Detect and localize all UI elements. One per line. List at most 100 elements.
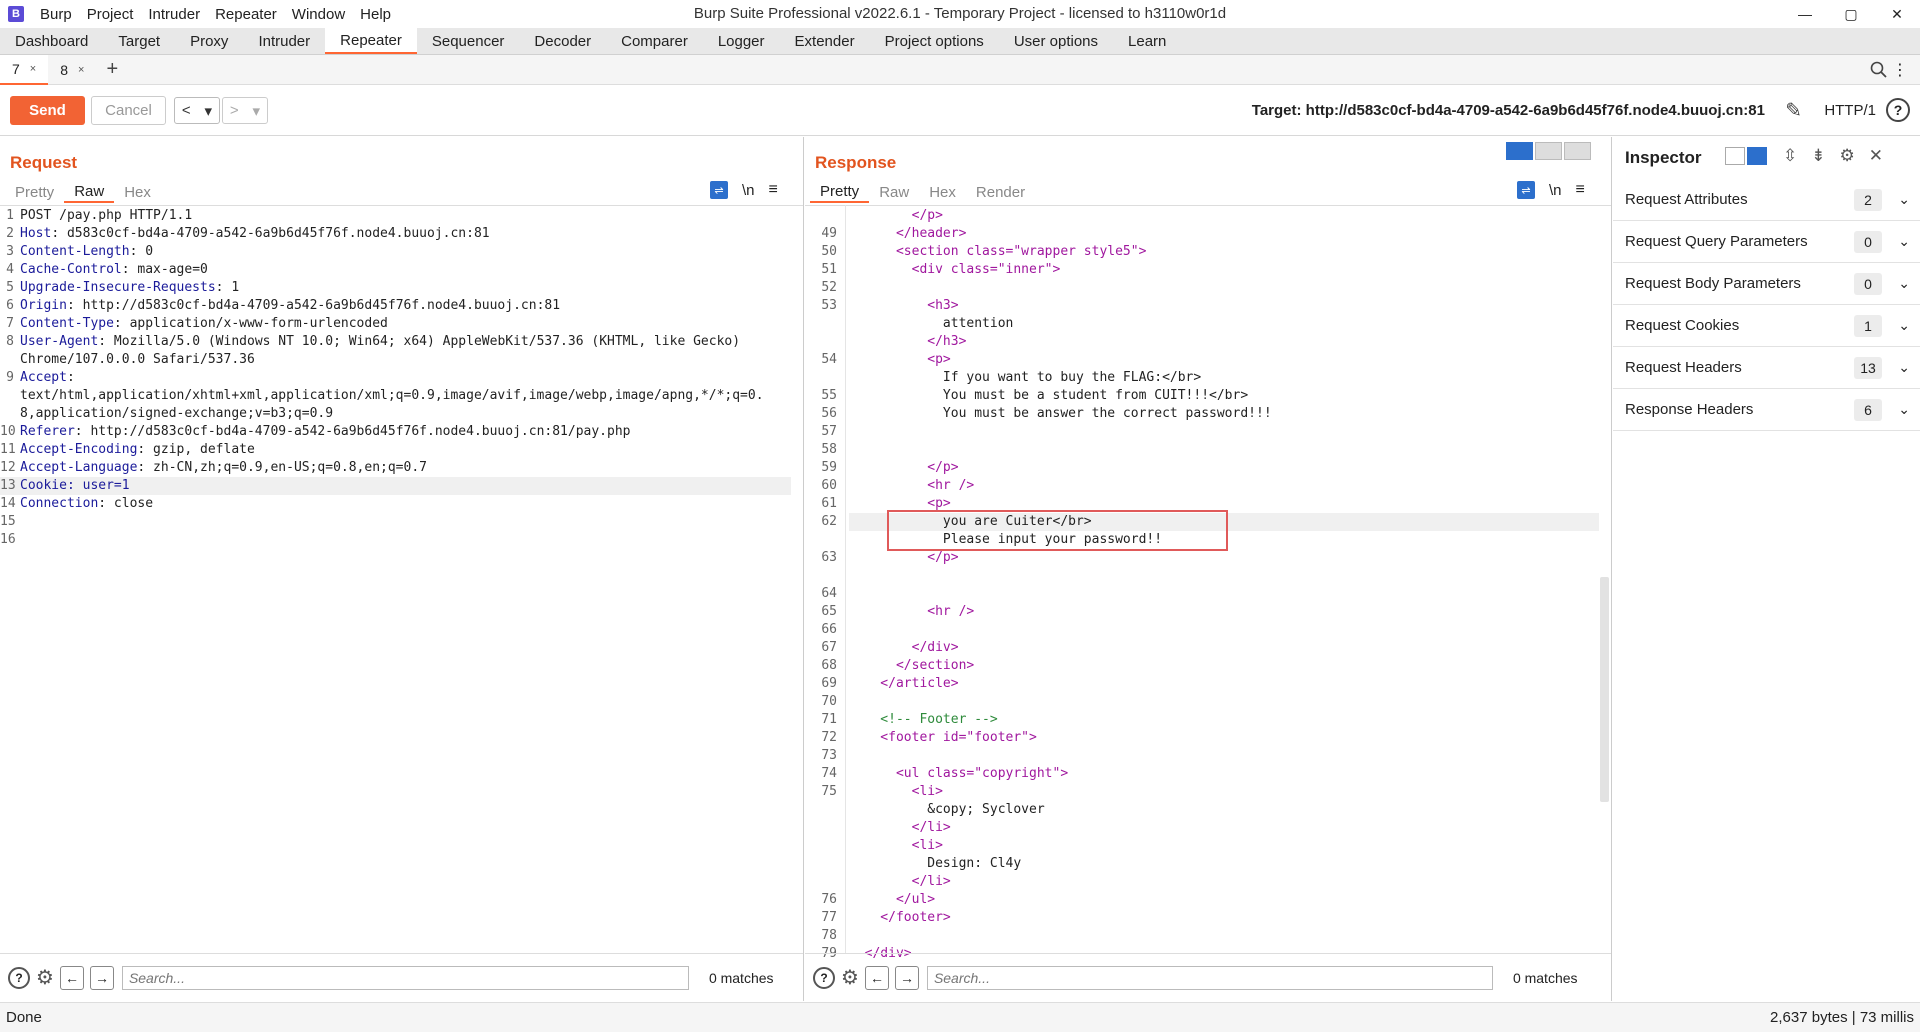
menu-help[interactable]: Help (360, 6, 391, 23)
help-icon[interactable]: ? (8, 966, 30, 989)
search-icon[interactable] (1870, 61, 1888, 83)
show-newlines-icon[interactable]: \n (742, 182, 755, 199)
close-tab-icon[interactable]: × (78, 64, 84, 76)
tab-intruder[interactable]: Intruder (243, 28, 325, 54)
help-icon[interactable]: ? (813, 966, 835, 989)
chevron-down-icon[interactable]: ⌄ (1898, 317, 1910, 334)
line-number: 53 (821, 298, 837, 313)
edit-target-pencil-icon[interactable]: ✎ (1785, 98, 1802, 123)
count-badge: 2 (1854, 188, 1882, 211)
chevron-down-icon[interactable]: ⌄ (1898, 191, 1910, 208)
word-wrap-icon[interactable]: ⇌ (1517, 181, 1535, 199)
response-line: </ul> (849, 892, 936, 907)
request-editor[interactable]: 1 POST /pay.php HTTP/1.1 2 Host: d583c0cf-b… (0, 207, 791, 549)
tab-proxy[interactable]: Proxy (175, 28, 243, 54)
chevron-down-icon[interactable]: ⌄ (1898, 359, 1910, 376)
matches-count: 0 matches (1512, 969, 1578, 986)
line-number-gutter: 49 50 51 52 53 54 55 56 57 58 59 60 61 62 63 64 65 66 67 68… (805, 207, 843, 963)
chevron-down-icon[interactable]: ⌄ (1898, 401, 1910, 418)
header-name: User-Agent (20, 334, 99, 349)
repeater-tab-7[interactable]: 7 × (0, 54, 49, 85)
http-version-label[interactable]: HTTP/1 (1824, 102, 1876, 119)
tab-sequencer[interactable]: Sequencer (417, 28, 520, 54)
tab-dashboard[interactable]: Dashboard (0, 28, 103, 54)
menu-icon[interactable]: ≡ (769, 181, 778, 199)
forward-button[interactable]: > ▾ (222, 97, 268, 124)
tab-repeater[interactable]: Repeater (325, 28, 417, 54)
inspector-section-label: Request Query Parameters (1625, 233, 1808, 250)
chevron-down-icon[interactable]: ⌄ (1898, 233, 1910, 250)
next-match-arrow-icon[interactable]: → (89, 965, 114, 990)
close-window-button[interactable]: ✕ (1874, 0, 1920, 28)
single-pane-layout-icon[interactable] (1564, 142, 1591, 160)
close-tab-icon[interactable]: × (30, 63, 36, 75)
cancel-button[interactable]: Cancel (91, 96, 166, 125)
menu-project[interactable]: Project (87, 6, 134, 23)
menu-icon[interactable]: ≡ (1576, 181, 1585, 199)
gear-icon[interactable]: ⚙ (36, 965, 54, 990)
tab-pretty[interactable]: Pretty (5, 181, 64, 203)
tab-render[interactable]: Render (966, 181, 1035, 203)
tab-learn[interactable]: Learn (1113, 28, 1181, 54)
side-by-side-layout-icon[interactable] (1506, 142, 1533, 160)
tab-raw[interactable]: Raw (64, 181, 115, 203)
tab-extender[interactable]: Extender (780, 28, 870, 54)
tab-raw[interactable]: Raw (869, 181, 919, 203)
title-bar: B Burp Project Intruder Repeater Window … (0, 0, 1920, 28)
tab-comparer[interactable]: Comparer (606, 28, 703, 54)
menu-intruder[interactable]: Intruder (148, 6, 200, 23)
forward-dropdown-icon[interactable]: ▾ (253, 102, 261, 120)
maximize-button[interactable]: ▢ (1828, 0, 1874, 28)
target-label: Target: http://d583c0cf-bd4a-4709-a542-6… (1251, 102, 1765, 119)
inspector-layout-right-icon[interactable] (1747, 147, 1767, 165)
tab-user-options[interactable]: User options (999, 28, 1113, 54)
close-icon[interactable]: ✕ (1869, 146, 1883, 166)
tab-target[interactable]: Target (103, 28, 175, 54)
inspector-section-request-query-parameters[interactable]: Request Query Parameters 0 ⌄ (1613, 221, 1920, 263)
send-button[interactable]: Send (10, 96, 85, 125)
tab-decoder[interactable]: Decoder (519, 28, 606, 54)
more-options-icon[interactable]: ⋮ (1892, 60, 1908, 80)
line-number: 52 (821, 280, 837, 295)
add-tab-button[interactable]: + (106, 58, 118, 81)
inspector-section-request-headers[interactable]: Request Headers 13 ⌄ (1613, 347, 1920, 389)
word-wrap-icon[interactable]: ⇌ (710, 181, 728, 199)
menu-window[interactable]: Window (292, 6, 345, 23)
inspector-section-request-cookies[interactable]: Request Cookies 1 ⌄ (1613, 305, 1920, 347)
previous-match-arrow-icon[interactable]: ← (864, 965, 889, 990)
menu-burp[interactable]: Burp (40, 6, 72, 23)
tab-project-options[interactable]: Project options (870, 28, 999, 54)
expand-all-icon[interactable]: ⇳ (1783, 146, 1797, 166)
tab-pretty[interactable]: Pretty (810, 181, 870, 203)
vertical-scrollbar[interactable] (1600, 577, 1609, 802)
chevron-down-icon[interactable]: ⌄ (1898, 275, 1910, 292)
tab-hex[interactable]: Hex (114, 181, 161, 203)
response-line: </li> (849, 874, 951, 889)
gear-icon[interactable]: ⚙ (1840, 146, 1855, 166)
back-arrow-icon: < (181, 102, 191, 119)
inspector-section-request-attributes[interactable]: Request Attributes 2 ⌄ (1613, 179, 1920, 221)
count-badge: 0 (1854, 230, 1882, 253)
tab-hex[interactable]: Hex (919, 181, 966, 203)
show-newlines-icon[interactable]: \n (1549, 182, 1562, 199)
gear-icon[interactable]: ⚙ (841, 965, 859, 990)
minimize-button[interactable]: — (1782, 0, 1828, 28)
search-input[interactable] (926, 965, 1493, 990)
previous-match-arrow-icon[interactable]: ← (59, 965, 84, 990)
inspector-section-response-headers[interactable]: Response Headers 6 ⌄ (1613, 389, 1920, 431)
inspector-section-request-body-parameters[interactable]: Request Body Parameters 0 ⌄ (1613, 263, 1920, 305)
tab-logger[interactable]: Logger (703, 28, 780, 54)
search-input[interactable] (121, 965, 689, 990)
menu-repeater[interactable]: Repeater (215, 6, 277, 23)
back-dropdown-icon[interactable]: ▾ (205, 102, 213, 120)
stacked-layout-icon[interactable] (1535, 142, 1562, 160)
response-editor[interactable]: </p> </header> <section class="wrapper s… (849, 207, 1599, 963)
line-number: 71 (821, 712, 837, 727)
repeater-tab-8[interactable]: 8 × (48, 55, 96, 85)
next-match-arrow-icon[interactable]: → (894, 965, 919, 990)
collapse-all-icon[interactable]: ⇟ (1811, 146, 1825, 166)
inspector-layout-left-icon[interactable] (1725, 147, 1745, 165)
back-button[interactable]: < ▾ (174, 97, 220, 124)
response-line: <hr /> (849, 478, 975, 493)
help-icon[interactable]: ? (1886, 98, 1910, 122)
